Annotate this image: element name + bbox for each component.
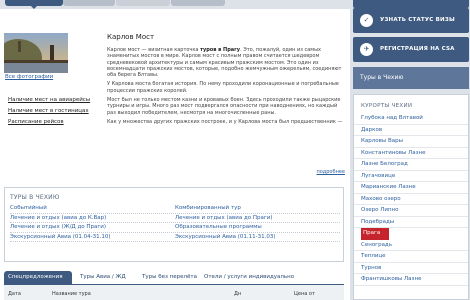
resort-item[interactable]: Константиновы Лазне <box>354 148 468 159</box>
article-paragraph: У Карлова моста богатая история. По нему… <box>107 81 339 94</box>
column-header-tour-name[interactable]: Название тура <box>52 291 91 297</box>
tour-link[interactable]: Лечение и отдых (авиа до Праги) <box>175 214 340 223</box>
tour-link[interactable]: Экскурсионный Авиа (01.11-31.03) <box>175 233 340 242</box>
tours-czech-button[interactable]: Туры в Чехию <box>353 67 469 89</box>
resort-item[interactable]: Теплице <box>354 251 468 263</box>
offers-table-header: Дата Название тура Дн Цена от <box>4 284 344 300</box>
resort-item[interactable]: Франтишковы Лазне <box>354 274 468 286</box>
resort-item[interactable]: Марианские Лазне <box>354 182 468 194</box>
right-sidebar: ✓ УЗНАТЬ СТАТУС ВИЗЫ ✈ РЕГИСТРАЦИЯ НА CS… <box>352 0 470 300</box>
article: Карлов Мост Карлов мост — визитная карто… <box>107 33 345 175</box>
tab-individual-services[interactable]: Отели / услуги индивидуально <box>204 271 294 284</box>
visa-status-button[interactable]: ✓ УЗНАТЬ СТАТУС ВИЗЫ <box>353 8 469 33</box>
bridge-photo[interactable] <box>4 33 68 73</box>
top-tab-strip <box>0 0 350 9</box>
resorts-heading: КУРОРТЫ ЧЕХИИ <box>361 103 413 109</box>
resort-item[interactable]: Карловы Вары <box>354 136 468 148</box>
tours-row: Лечение и отдых (Ж/Д до Праги) Образоват… <box>10 223 340 233</box>
tour-link[interactable]: Комбинированный тур <box>175 204 340 213</box>
article-bold-phrase: туров в Прагу <box>200 47 241 53</box>
resort-item-active[interactable]: Прага <box>361 228 389 240</box>
article-title: Карлов Мост <box>107 33 155 41</box>
resort-item[interactable]: Лугачовице <box>354 171 468 182</box>
article-paragraph: Как у множества других пражских построек… <box>107 118 343 125</box>
tours-grid: Событийный Комбинированный тур Лечение и… <box>10 204 340 242</box>
top-tab-4[interactable] <box>171 0 225 6</box>
tour-link[interactable]: Лечение и отдых (Ж/Д до Праги) <box>10 223 175 232</box>
offers-tabs: Спецпредложения Туры Авиа / ЖД Туры без … <box>4 271 344 284</box>
column-header-price[interactable]: Цена от <box>294 291 315 297</box>
tours-heading: ТУРЫ В ЧЕХИЮ <box>10 194 60 201</box>
read-more-link[interactable]: подробнее <box>316 169 345 175</box>
tours-box: ТУРЫ В ЧЕХИЮ Событийный Комбинированный … <box>4 187 344 262</box>
csa-registration-button[interactable]: ✈ РЕГИСТРАЦИЯ НА CSA <box>353 37 469 62</box>
resort-item[interactable]: Озеро Липно <box>354 205 468 217</box>
column-header-date[interactable]: Дата <box>8 291 21 297</box>
flight-availability-link[interactable]: Наличие мест на авиарейсы <box>8 97 98 103</box>
tour-link[interactable]: Событийный <box>10 204 175 213</box>
tab-no-flight-tours[interactable]: Туры без перелёта <box>142 271 197 284</box>
tours-row: Лечение и отдых (авиа до К.Вар) Лечение … <box>10 214 340 223</box>
hotel-availability-link[interactable]: Наличие мест в гостиницах <box>8 108 98 114</box>
resort-item[interactable]: Лазне Белоград <box>354 159 468 171</box>
tab-air-rail-tours[interactable]: Туры Авиа / ЖД <box>80 271 126 284</box>
resorts-panel: КУРОРТЫ ЧЕХИИ Глубока над Влтавой Дарков… <box>353 94 469 300</box>
tours-row: Экскурсионный Авиа (01.04-31.10) Экскурс… <box>10 233 340 242</box>
plane-icon: ✈ <box>360 43 373 56</box>
tour-link[interactable]: Лечение и отдых (авиа до К.Вар) <box>10 214 175 223</box>
resort-item[interactable]: Дарков <box>354 125 468 136</box>
top-tab-3[interactable] <box>116 0 170 6</box>
tab-special-offers[interactable]: Спецпредложения <box>4 271 72 284</box>
side-links: Наличие мест на авиарейсы Наличие мест в… <box>8 97 98 130</box>
article-paragraph: Карлов мост — визитная карточка туров в … <box>107 47 342 79</box>
sidebar-top-button[interactable] <box>353 0 469 8</box>
flight-schedule-link[interactable]: Расписание рейсов <box>8 119 98 125</box>
tour-link[interactable]: Экскурсионный Авиа (01.04-31.10) <box>10 233 175 242</box>
tour-link[interactable]: Образовательные программы <box>175 223 340 232</box>
resorts-list: Глубока над Влтавой Дарков Карловы Вары … <box>354 113 468 286</box>
check-icon: ✓ <box>360 14 373 27</box>
resort-item[interactable]: Глубока над Влтавой <box>354 113 468 125</box>
article-paragraph: Мост был не только местом казни и кровав… <box>107 97 341 116</box>
top-tab-2[interactable] <box>63 0 115 6</box>
all-photos-link[interactable]: Все фотографии <box>5 74 53 80</box>
resort-item[interactable]: Подебрады <box>354 217 468 228</box>
resort-item[interactable]: Турнов <box>354 263 468 274</box>
column-header-days[interactable]: Дн <box>234 291 241 297</box>
top-tab-active[interactable] <box>5 0 63 9</box>
resort-item[interactable]: Махово озеро <box>354 194 468 205</box>
resort-item[interactable]: Сеноградь <box>354 240 468 251</box>
tours-row: Событийный Комбинированный тур <box>10 204 340 214</box>
